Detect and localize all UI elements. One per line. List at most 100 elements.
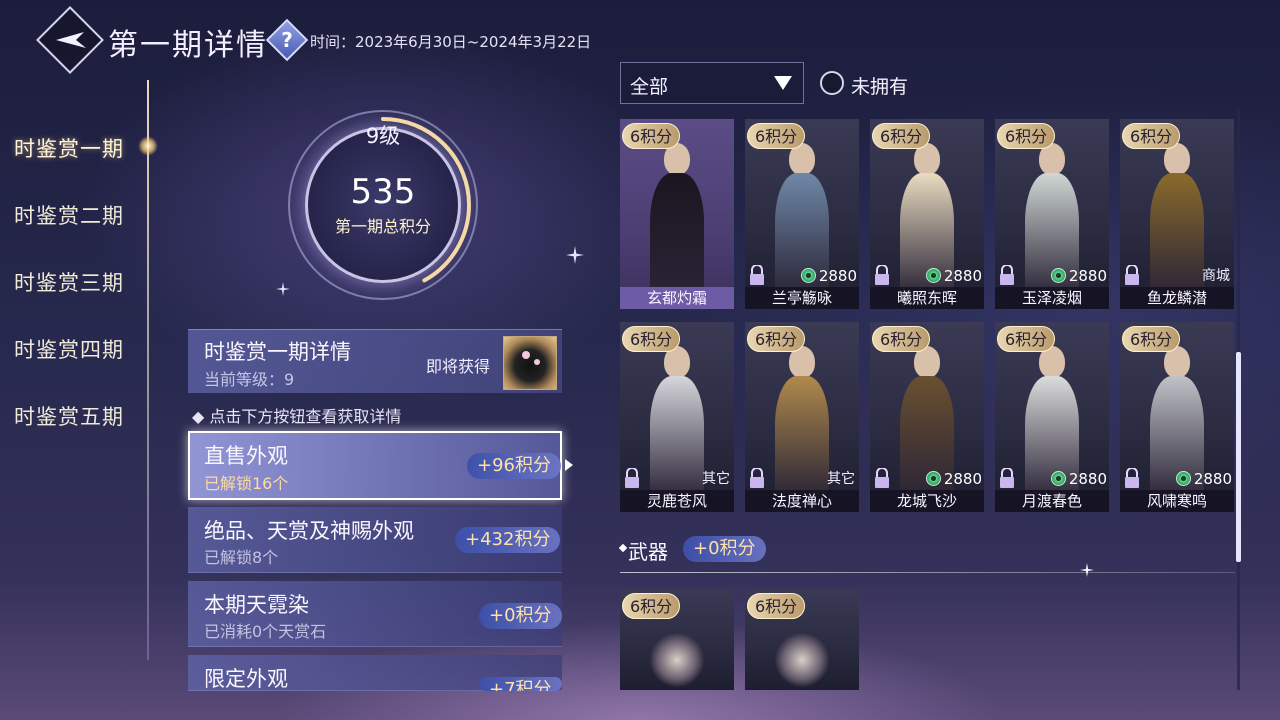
lock-icon xyxy=(875,265,889,285)
upcoming-reward-label: 即将获得 xyxy=(426,357,491,376)
outfit-tile[interactable]: 6积分 2880 风啸寒鸣 xyxy=(1120,322,1234,512)
points-badge: 6积分 xyxy=(622,326,681,352)
filter-selected: 全部 xyxy=(630,76,669,98)
outfit-source: 其它 xyxy=(827,471,855,487)
outfit-price: 2880 xyxy=(1050,470,1107,488)
outfit-name: 月渡春色 xyxy=(995,490,1109,512)
outfit-tile[interactable]: 6积分商城鱼龙鳞潜 xyxy=(1120,119,1234,309)
category-title: 直售外观 xyxy=(204,444,288,468)
outfit-name: 风啸寒鸣 xyxy=(1120,490,1234,512)
category-points-badge: +96积分 xyxy=(467,453,561,479)
lock-icon xyxy=(750,468,764,488)
time-range: 时间：2023年6月30日~2024年3月22日 xyxy=(310,33,592,51)
category-points-badge: +432积分 xyxy=(455,527,561,553)
points-badge: 6积分 xyxy=(747,123,806,149)
outfit-name: 法度禅心 xyxy=(745,490,859,512)
outfit-tile[interactable]: 6积分 2880 兰亭觞咏 xyxy=(745,119,859,309)
sparkle-icon xyxy=(1080,563,1094,577)
outfit-tile[interactable]: 6积分 2880 曦照东晖 xyxy=(870,119,984,309)
lock-icon xyxy=(1125,265,1139,285)
current-level: 当前等级：9 xyxy=(204,370,295,389)
outfit-tile[interactable]: 6积分其它灵鹿苍风 xyxy=(620,322,734,512)
outfit-figure xyxy=(775,340,829,498)
nav-item-period-1[interactable]: 时鉴赏一期 xyxy=(14,133,124,163)
sparkle-icon xyxy=(566,246,584,264)
section-divider xyxy=(620,572,1235,573)
outfit-price: 2880 xyxy=(1175,470,1232,488)
points-badge: 6积分 xyxy=(872,326,931,352)
weapon-image xyxy=(650,633,704,687)
points-badge: 6积分 xyxy=(997,123,1056,149)
help-icon: ? xyxy=(281,28,293,52)
nav-divider xyxy=(147,80,149,660)
unowned-radio[interactable] xyxy=(820,71,844,95)
back-arrow-icon xyxy=(56,32,86,48)
section-bullet-icon xyxy=(618,543,628,553)
outfit-tile[interactable]: 6积分 玄都灼霜 xyxy=(620,119,734,309)
weapons-points-badge: +0积分 xyxy=(683,536,766,562)
outfit-source: 商城 xyxy=(1202,268,1230,284)
outfit-source: 其它 xyxy=(702,471,730,487)
points-badge: 6积分 xyxy=(747,593,806,619)
points-badge: 6积分 xyxy=(1122,123,1181,149)
nav-item-period-3[interactable]: 时鉴赏三期 xyxy=(14,267,124,297)
level-text: 9级 xyxy=(365,124,401,148)
jade-currency-icon xyxy=(800,268,816,283)
active-indicator-icon xyxy=(138,136,158,156)
outfit-name: 鱼龙鳞潜 xyxy=(1120,287,1234,309)
outfit-name: 玄都灼霜 xyxy=(620,287,734,309)
jade-currency-icon xyxy=(1050,471,1066,486)
lock-icon xyxy=(1125,468,1139,488)
nav-item-period-2[interactable]: 时鉴赏二期 xyxy=(14,200,124,230)
outfit-name: 龙城飞沙 xyxy=(870,490,984,512)
category-points-badge: +0积分 xyxy=(479,603,562,629)
category-title: 绝品、天赏及神赐外观 xyxy=(204,519,414,543)
points-badge: 6积分 xyxy=(622,593,681,619)
outfit-price: 2880 xyxy=(1050,267,1107,285)
outfit-price: 2880 xyxy=(800,267,857,285)
scrollbar-thumb[interactable] xyxy=(1236,352,1241,562)
upcoming-reward-icon[interactable] xyxy=(503,336,557,390)
jade-currency-icon xyxy=(925,268,941,283)
outfit-tile[interactable]: 6积分其它法度禅心 xyxy=(745,322,859,512)
lock-icon xyxy=(1000,265,1014,285)
weapon-tile[interactable]: 6积分 xyxy=(745,589,859,690)
period-detail-title: 时鉴赏一期详情 xyxy=(204,340,351,364)
category-title: 限定外观 xyxy=(204,667,288,691)
nav-item-period-5[interactable]: 时鉴赏五期 xyxy=(14,401,124,431)
outfit-tile[interactable]: 6积分 2880 龙城飞沙 xyxy=(870,322,984,512)
outfit-tile[interactable]: 6积分 2880 玉泽凌烟 xyxy=(995,119,1109,309)
outfit-figure xyxy=(1150,137,1204,295)
weapons-section-title: 武器 xyxy=(628,540,668,564)
chevron-down-icon xyxy=(774,76,792,90)
price-value: 2880 xyxy=(1068,267,1107,285)
jade-currency-icon xyxy=(1050,268,1066,283)
points-badge: 6积分 xyxy=(747,326,806,352)
total-score-label: 第一期总积分 xyxy=(334,217,431,236)
weapon-image xyxy=(775,633,829,687)
outfit-name: 曦照东晖 xyxy=(870,287,984,309)
outfit-name: 灵鹿苍风 xyxy=(620,490,734,512)
outfit-tile[interactable]: 6积分 2880 月渡春色 xyxy=(995,322,1109,512)
unowned-label: 未拥有 xyxy=(851,76,909,98)
points-badge: 6积分 xyxy=(1122,326,1181,352)
category-title: 本期天霓染 xyxy=(204,593,309,617)
points-badge: 6积分 xyxy=(997,326,1056,352)
hint-text: ◆ 点击下方按钮查看获取详情 xyxy=(192,407,402,426)
lock-icon xyxy=(875,468,889,488)
category-sub: 已解锁16个 xyxy=(204,474,289,493)
weapon-tile[interactable]: 6积分 xyxy=(620,589,734,690)
category-sub: 已消耗0个天赏石 xyxy=(204,622,327,641)
outfit-figure xyxy=(650,137,704,295)
category-points-badge: +7积分 xyxy=(479,677,562,691)
page-title: 第一期详情 xyxy=(108,28,268,63)
outfit-name: 玉泽凌烟 xyxy=(995,287,1109,309)
nav-item-period-4[interactable]: 时鉴赏四期 xyxy=(14,334,124,364)
lock-icon xyxy=(1000,468,1014,488)
price-value: 2880 xyxy=(943,470,982,488)
outfit-figure xyxy=(650,340,704,498)
lock-icon xyxy=(750,265,764,285)
lock-icon xyxy=(625,468,639,488)
outfit-price: 2880 xyxy=(925,267,982,285)
points-badge: 6积分 xyxy=(872,123,931,149)
